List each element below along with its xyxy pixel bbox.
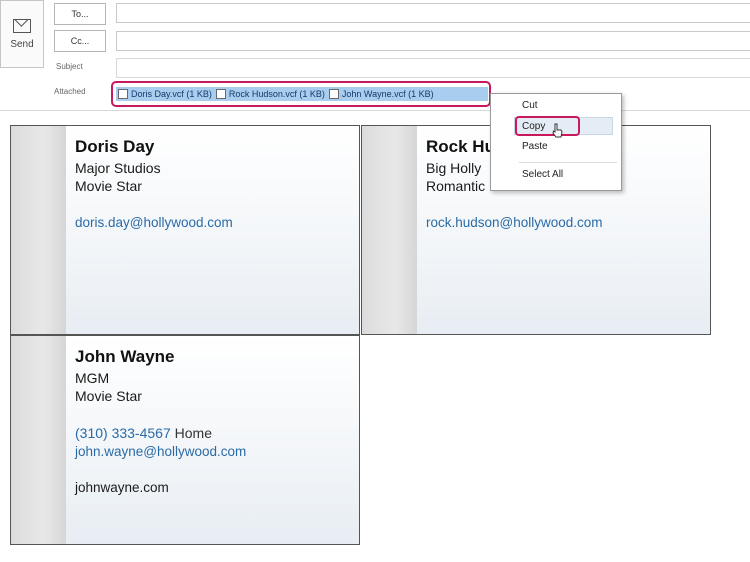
menu-separator <box>519 162 617 163</box>
to-button[interactable]: To... <box>54 3 106 25</box>
cc-button[interactable]: Cc... <box>54 30 106 52</box>
hand-cursor-icon <box>552 123 563 138</box>
card-name: John Wayne <box>75 347 175 366</box>
cc-field[interactable] <box>116 31 750 51</box>
send-icon <box>13 18 31 33</box>
card-decoration <box>11 336 66 544</box>
card-website[interactable]: johnwayne.com <box>75 480 169 495</box>
send-button-label: Send <box>10 38 34 50</box>
card-email[interactable]: doris.day@hollywood.com <box>75 215 233 230</box>
card-decoration <box>362 126 417 334</box>
card-phone-number[interactable]: (310) 333-4567 <box>75 425 171 441</box>
card-title: Movie Star <box>75 388 142 404</box>
card-company: Major Studios <box>75 160 161 176</box>
business-card[interactable]: Doris Day Major Studios Movie Star doris… <box>10 125 360 335</box>
subject-field[interactable] <box>116 58 750 78</box>
card-phone-type: Home <box>174 425 212 441</box>
card-name: Doris Day <box>75 137 155 156</box>
send-button[interactable]: Send <box>0 0 44 68</box>
card-phone: (310) 333-4567 Home <box>75 425 212 441</box>
card-company: MGM <box>75 370 110 386</box>
to-field[interactable] <box>116 3 750 23</box>
card-company: Big Holly <box>426 160 482 176</box>
attachments-highlight-box <box>111 81 491 107</box>
card-email[interactable]: john.wayne@hollywood.com <box>75 444 246 459</box>
menu-item-select-all[interactable]: Select All <box>522 169 563 180</box>
subject-label: Subject <box>56 62 83 71</box>
attached-label: Attached <box>54 87 86 96</box>
copy-highlight-box <box>515 116 580 136</box>
context-menu: Cut Copy Paste Select All <box>490 93 622 191</box>
business-card[interactable]: John Wayne MGM Movie Star (310) 333-4567… <box>10 335 360 545</box>
card-name: Rock Hu <box>426 137 495 156</box>
header-divider <box>0 110 750 111</box>
card-email[interactable]: rock.hudson@hollywood.com <box>426 215 603 230</box>
card-decoration <box>11 126 66 334</box>
card-title: Romantic <box>426 178 486 194</box>
menu-item-paste[interactable]: Paste <box>522 141 548 152</box>
card-title: Movie Star <box>75 178 142 194</box>
menu-item-cut[interactable]: Cut <box>522 100 538 111</box>
